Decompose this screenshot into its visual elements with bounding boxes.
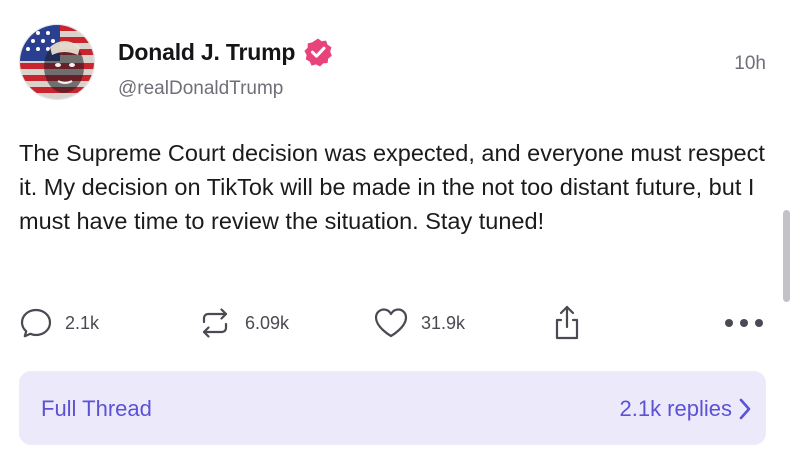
- post-timestamp[interactable]: 10h: [734, 53, 766, 75]
- post-card: Donald J. Trump @realDonaldTrump 10h The…: [0, 0, 800, 466]
- full-thread-bar[interactable]: Full Thread 2.1k replies: [19, 371, 766, 445]
- reply-icon: [19, 306, 53, 340]
- thread-replies-count: 2.1k replies: [619, 396, 732, 421]
- share-icon: [552, 304, 582, 342]
- post-text: The Supreme Court decision was expected,…: [19, 140, 765, 234]
- reply-button[interactable]: 2.1k: [19, 303, 99, 343]
- share-button[interactable]: [552, 303, 582, 343]
- like-count: 31.9k: [421, 312, 466, 333]
- repost-button[interactable]: 6.09k: [197, 303, 289, 343]
- repost-icon: [197, 305, 233, 341]
- chevron-right-icon: [738, 397, 752, 421]
- verified-badge-icon: [303, 37, 333, 67]
- avatar[interactable]: [19, 24, 95, 100]
- reply-count: 2.1k: [65, 312, 100, 333]
- more-options-button[interactable]: [724, 303, 764, 343]
- like-button[interactable]: 31.9k: [373, 303, 465, 343]
- more-dots-icon: [724, 317, 764, 329]
- author-row: Donald J. Trump: [118, 36, 333, 68]
- avatar-image: [20, 25, 94, 99]
- full-thread-label: Full Thread: [41, 396, 152, 421]
- repost-count: 6.09k: [245, 312, 290, 333]
- heart-icon: [373, 306, 409, 340]
- display-name[interactable]: Donald J. Trump: [118, 39, 295, 66]
- scrollbar-thumb[interactable]: [783, 210, 790, 302]
- post-actions: 2.1k 6.09k 31.9k: [19, 303, 771, 343]
- author-handle[interactable]: @realDonaldTrump: [118, 78, 283, 100]
